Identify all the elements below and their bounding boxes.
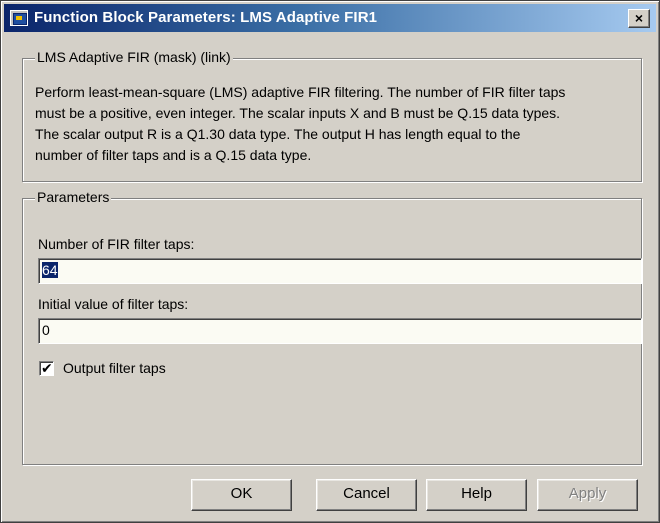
description-legend: LMS Adaptive FIR (mask) (link) (35, 49, 233, 65)
num-taps-value: 64 (42, 262, 58, 278)
simulink-block-icon (10, 10, 28, 26)
output-taps-label[interactable]: Output filter taps (63, 360, 166, 376)
output-taps-checkbox[interactable]: ✔ (39, 360, 54, 376)
num-taps-label: Number of FIR filter taps: (38, 236, 195, 252)
title-bar[interactable]: Function Block Parameters: LMS Adaptive … (4, 4, 656, 32)
dialog-window: Function Block Parameters: LMS Adaptive … (0, 0, 660, 523)
initial-value-label: Initial value of filter taps: (38, 296, 189, 312)
initial-value-value: 0 (42, 322, 50, 338)
description-line: Perform least-mean-square (LMS) adaptive… (35, 84, 566, 100)
window-title: Function Block Parameters: LMS Adaptive … (34, 9, 378, 26)
close-button[interactable]: × (628, 9, 650, 28)
parameters-group: Parameters Number of FIR filter taps: 64… (22, 189, 642, 465)
description-group: LMS Adaptive FIR (mask) (link) Perform l… (22, 49, 642, 182)
initial-value-input[interactable]: 0 (38, 318, 642, 344)
parameters-legend: Parameters (35, 189, 112, 205)
description-text: Perform least-mean-square (LMS) adaptive… (35, 82, 635, 166)
num-taps-input[interactable]: 64 (38, 258, 642, 284)
checkmark-icon: ✔ (41, 360, 53, 376)
ok-button[interactable]: OK (191, 479, 292, 511)
description-line: number of filter taps and is a Q.15 data… (35, 147, 312, 163)
description-line: The scalar output R is a Q1.30 data type… (35, 126, 521, 142)
description-line: must be a positive, even integer. The sc… (35, 105, 561, 121)
help-button[interactable]: Help (426, 479, 527, 511)
close-icon: × (634, 10, 644, 26)
apply-button[interactable]: Apply (537, 479, 638, 511)
cancel-button[interactable]: Cancel (316, 479, 417, 511)
